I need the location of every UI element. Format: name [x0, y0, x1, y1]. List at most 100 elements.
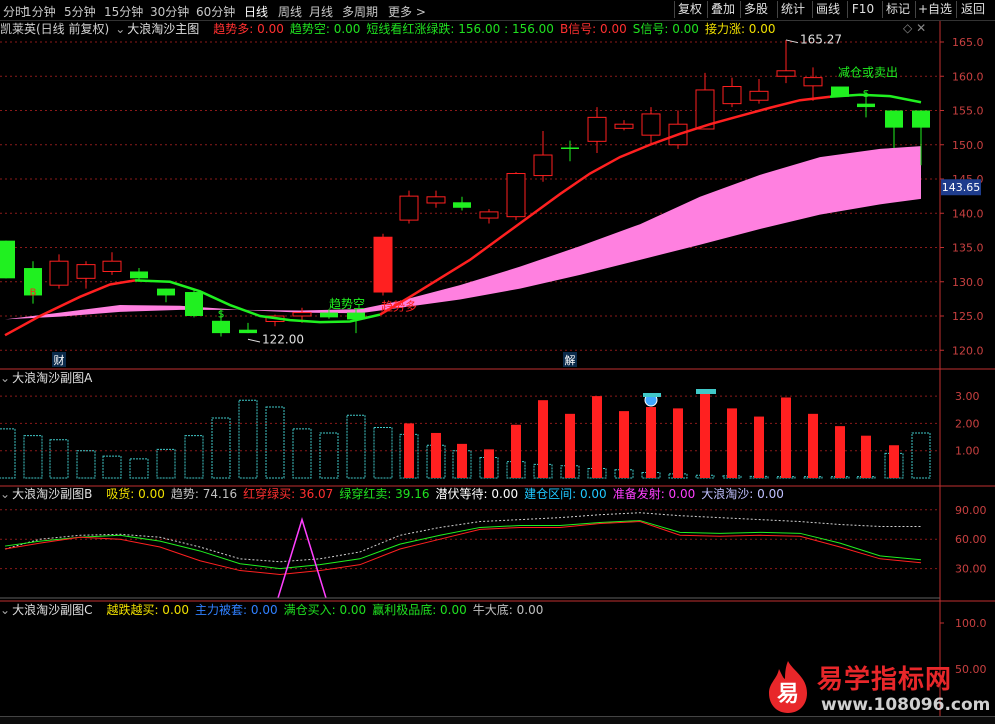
period-more[interactable]: 更多 >: [388, 3, 426, 20]
adjust-button[interactable]: 复权: [674, 1, 705, 18]
candle-body: [641, 113, 661, 136]
price-tick-label: 165.0: [952, 36, 984, 49]
chevron-icon[interactable]: ⌄: [0, 371, 10, 385]
candle-body: [722, 86, 742, 105]
sub-c-legend-item: 满仓买入: 0.00: [283, 603, 367, 617]
stock-title: 凯莱英(日线 前复权): [0, 22, 110, 36]
sub-a-cyan-bar: [911, 432, 931, 479]
mark-button[interactable]: 标记: [882, 1, 913, 18]
sub-c-legend: 越跌越买: 0.00 主力被套: 0.00 满仓买入: 0.00 赢利极品底: 0.0…: [98, 603, 549, 617]
sub-a-red-bar: [404, 423, 414, 478]
b-signal-label: B: [30, 287, 37, 298]
chevron-icon[interactable]: ⌄: [0, 487, 10, 501]
f10-button[interactable]: F10: [847, 1, 878, 18]
period-5min[interactable]: 5分钟: [64, 3, 96, 20]
main-legend-item: 趋势多: 0.00: [213, 22, 284, 36]
high-pointer: [785, 39, 799, 44]
sub-b-legend-item: 大浪淘沙: 0.00: [701, 487, 784, 501]
signal-cap: [696, 389, 716, 394]
current-price-label: 143.65: [942, 181, 981, 194]
sub-b-legend: 吸货: 0.00 趋势: 74.16 红穿绿买: 36.07 绿穿红卖: 39.16 潜…: [98, 487, 790, 501]
sub-a-cyan-bar: [49, 439, 69, 479]
indicator-name[interactable]: 大浪淘沙主图: [127, 22, 199, 36]
trend-dotted-line: [4, 512, 921, 563]
sub-c-legend-item: 越跌越买: 0.00: [106, 603, 190, 617]
period-15min[interactable]: 15分钟: [104, 3, 143, 20]
candle-body: [857, 103, 875, 108]
period-30min[interactable]: 30分钟: [150, 3, 189, 20]
period-toolbar: 分时 1分钟 5分钟 15分钟 30分钟 60分钟 日线 周线 月线 多周期 更…: [0, 0, 995, 21]
flame-logo-icon: 易: [769, 661, 807, 713]
sub-a-red-bar: [565, 413, 575, 478]
period-multi[interactable]: 多周期: [342, 3, 378, 20]
watermark-name: 易学指标网: [817, 665, 953, 695]
sub-a-cyan-bar: [373, 426, 393, 479]
sub-a-cyan-bar: [211, 417, 231, 479]
sub-a-tick-label: 3.00: [955, 390, 980, 403]
sub-a-red-bar: [646, 407, 656, 478]
sub-a-cyan-bar: [184, 435, 204, 479]
sub-a-red-bar: [673, 408, 683, 478]
sub-a-red-bar: [538, 400, 548, 478]
back-button[interactable]: 返回: [956, 1, 989, 18]
watermark-url: www.108096.com: [821, 695, 991, 715]
multi-stock-button[interactable]: 多股: [740, 1, 771, 18]
price-tick-label: 125.0: [952, 310, 984, 323]
price-tick-label: 130.0: [952, 276, 984, 289]
candle-body: [614, 123, 634, 129]
overlay-button[interactable]: 叠加: [707, 1, 738, 18]
close-icon[interactable]: ✕: [916, 21, 926, 35]
candle-body: [885, 110, 903, 128]
price-tick-label: 155.0: [952, 105, 984, 118]
sub-a-cyan-bar: [346, 414, 366, 479]
main-panel-title: 凯莱英(日线 前复权) ⌄ 大浪淘沙主图 趋势多: 0.00 趋势空: 0.00 短线看红…: [0, 21, 788, 38]
sub-b-tick-label: 60.00: [955, 533, 987, 546]
sub-b-legend-item: 建仓区间: 0.00: [524, 487, 607, 501]
sub-a-tick-label: 2.00: [955, 417, 980, 430]
sub-a-name[interactable]: 大浪淘沙副图A: [12, 371, 92, 385]
diamond-icon[interactable]: ◇: [903, 21, 912, 35]
period-daily[interactable]: 日线: [244, 3, 268, 20]
candle-body: [399, 195, 419, 221]
candle-body: [320, 312, 338, 318]
price-tick-label: 135.0: [952, 242, 984, 255]
low-pointer: [247, 338, 261, 343]
candle-body: [453, 202, 471, 208]
chevron-icon[interactable]: ⌄: [115, 22, 125, 36]
price-tick-label: 120.0: [952, 344, 984, 357]
sub-a-cyan-bar: [265, 406, 285, 479]
chevron-icon[interactable]: ⌄: [0, 603, 10, 617]
sub-b-tick-label: 30.00: [955, 563, 987, 576]
sub-a-red-bar: [700, 389, 710, 478]
sub-b-tick-label: 90.00: [955, 504, 987, 517]
sub-a-red-bar: [861, 435, 871, 478]
sub-a-red-bar: [511, 424, 521, 478]
stats-button[interactable]: 统计: [777, 1, 808, 18]
event-marker-cai: 财: [54, 353, 65, 367]
draw-line-button[interactable]: 画线: [812, 1, 843, 18]
period-60min[interactable]: 60分钟: [196, 3, 235, 20]
candle-body: [212, 320, 230, 334]
candle-body: [533, 154, 553, 177]
candle-body: [157, 288, 175, 296]
sub-b-legend-item: 吸货: 0.00: [106, 487, 165, 501]
candle-body: [426, 196, 446, 204]
sub-b-legend-item: 准备发射: 0.00: [612, 487, 696, 501]
period-monthly[interactable]: 月线: [309, 3, 333, 20]
sub-c-name[interactable]: 大浪淘沙副图C: [12, 603, 92, 617]
candle-body: [185, 292, 203, 316]
sub-a-red-bar: [808, 413, 818, 478]
watermark: 易 易学指标网 www.108096.com: [755, 655, 995, 723]
period-1min[interactable]: 1分钟: [24, 3, 56, 20]
sub-a-red-bar: [457, 443, 467, 478]
period-weekly[interactable]: 周线: [278, 3, 302, 20]
sub-a-cyan-bar: [102, 455, 122, 479]
panel-controls: ◇ ✕: [903, 21, 926, 35]
sub-b-name[interactable]: 大浪淘沙副图B: [12, 487, 92, 501]
main-legend-item: S信号: 0.00: [632, 22, 699, 36]
candle-body: [912, 110, 930, 128]
sub-a-cyan-bar: [23, 435, 43, 479]
add-favorite-button[interactable]: +自选: [915, 1, 954, 18]
sub-a-red-bar: [781, 397, 791, 478]
sub-a-cyan-bar: [0, 428, 16, 479]
